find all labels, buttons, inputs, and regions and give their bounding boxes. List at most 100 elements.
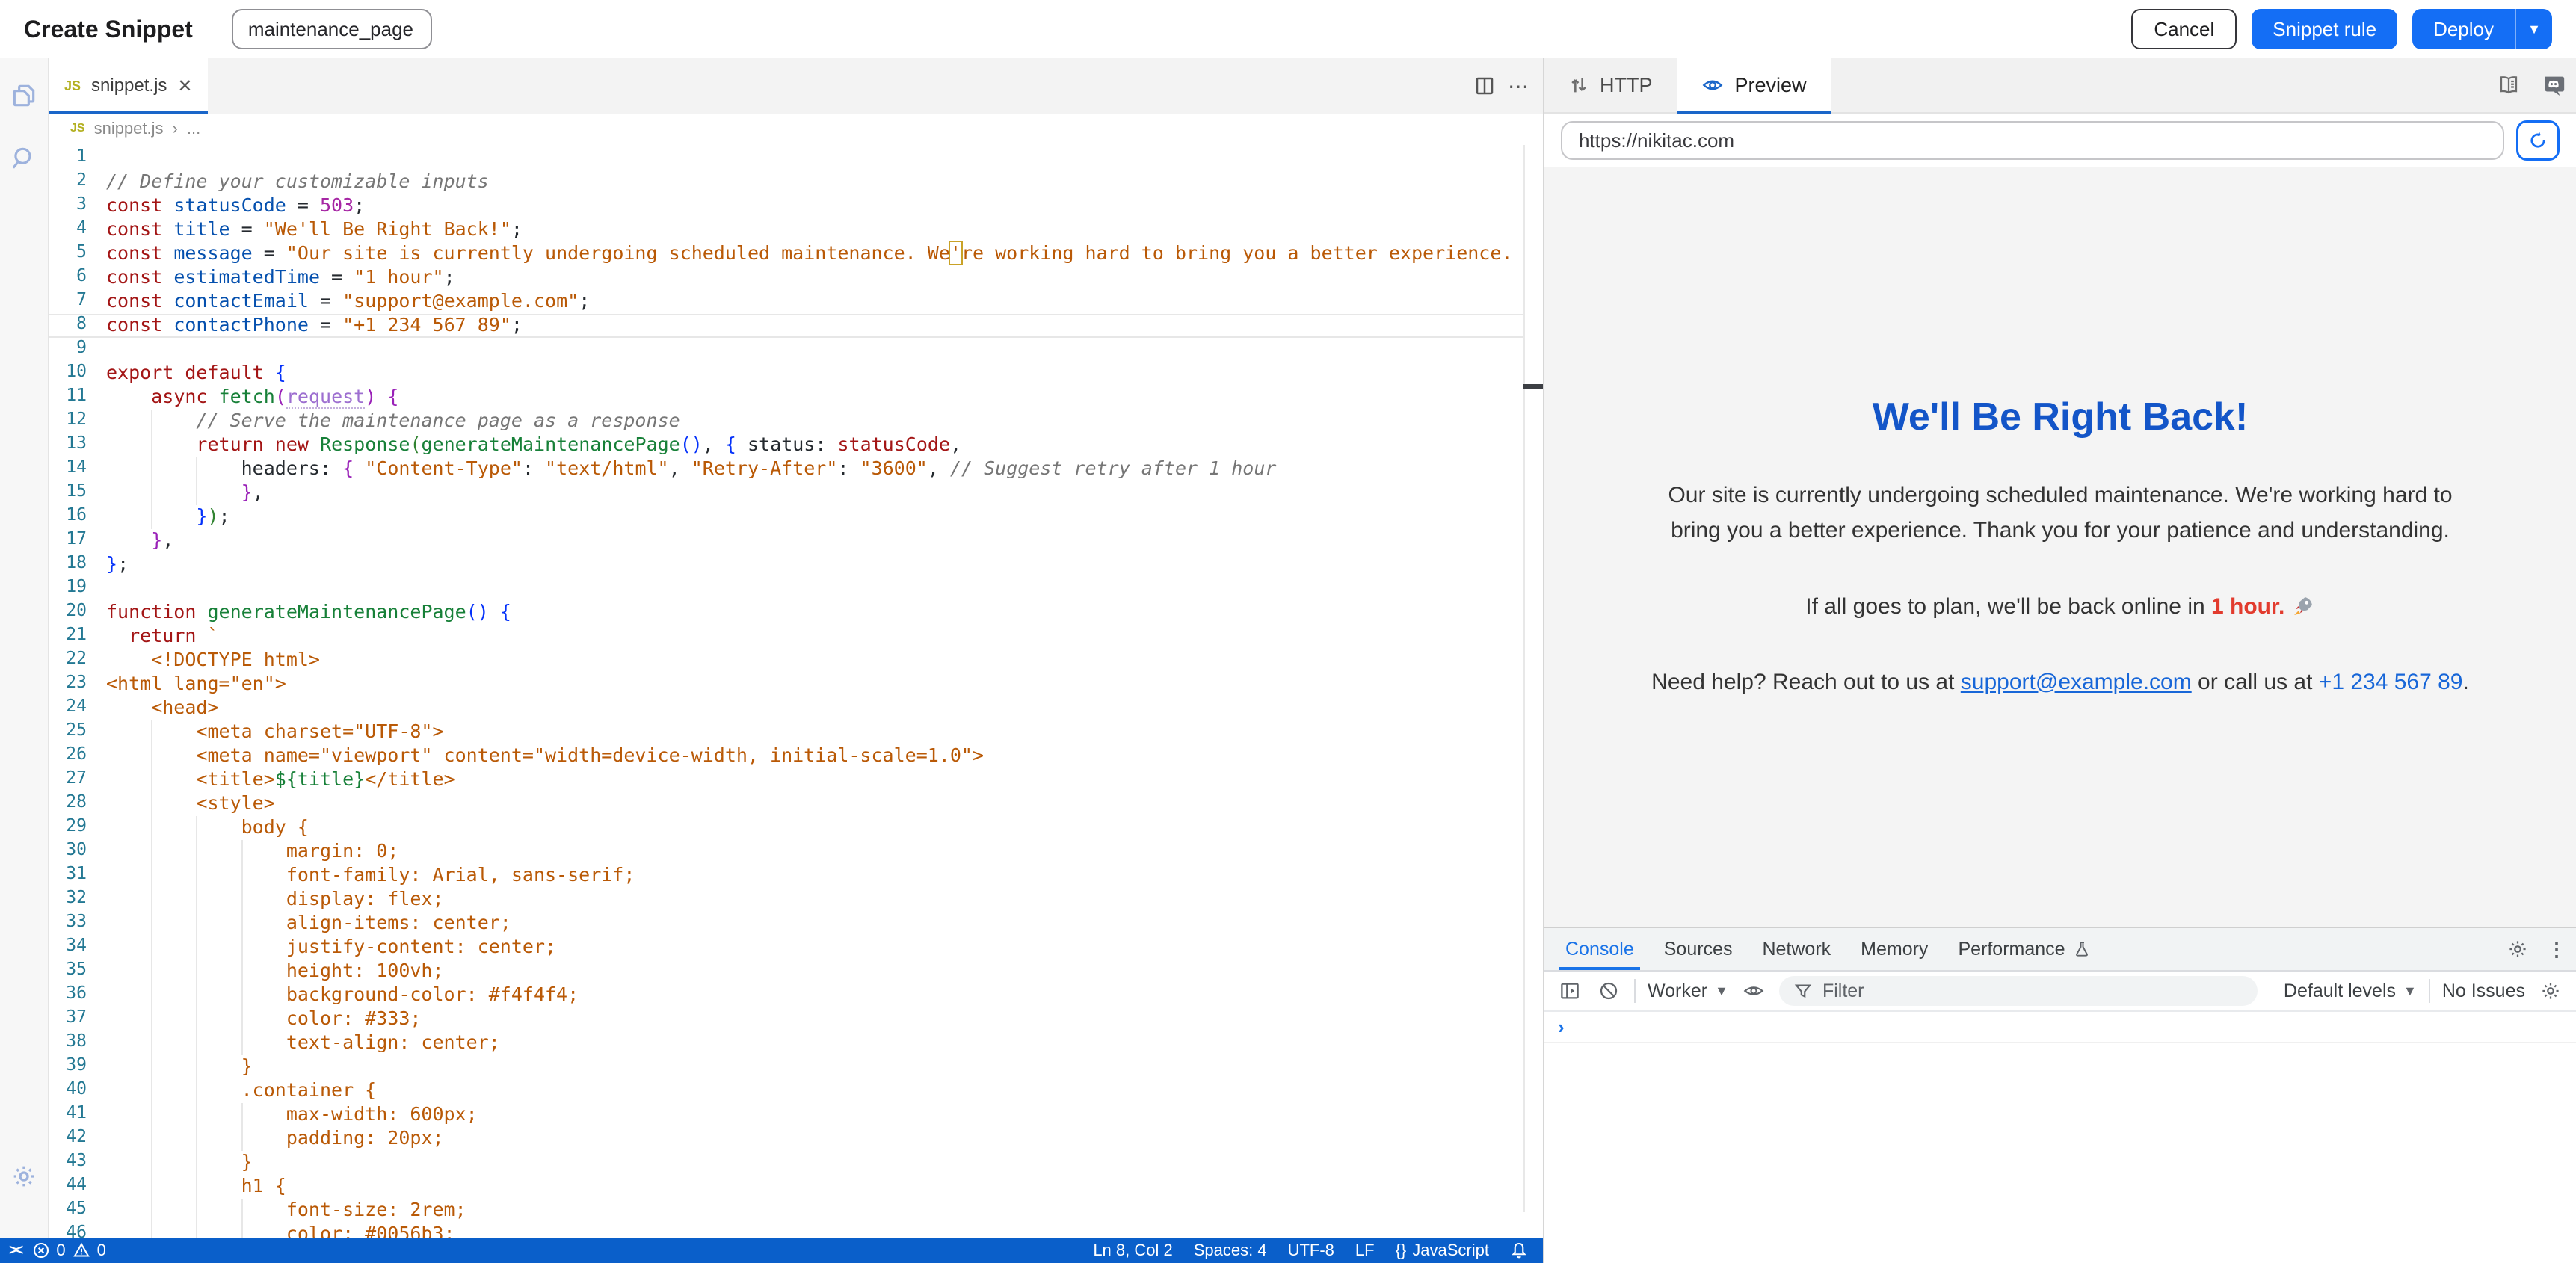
tab-snippet-js[interactable]: JS snippet.js ✕ bbox=[49, 58, 208, 114]
code-line[interactable]: 12 // Serve the maintenance page as a re… bbox=[49, 410, 1543, 433]
preview-pane: HTTP Preview bbox=[1544, 58, 2576, 1263]
preview-url-input[interactable] bbox=[1561, 121, 2504, 160]
code-line[interactable]: 18}; bbox=[49, 553, 1543, 577]
devtools-settings-gear-icon[interactable] bbox=[2498, 928, 2537, 970]
issues-counter[interactable]: No Issues bbox=[2442, 981, 2525, 1002]
code-line[interactable]: 1 bbox=[49, 146, 1543, 170]
code-line[interactable]: 42 padding: 20px; bbox=[49, 1127, 1543, 1151]
maintenance-heading: We'll Be Right Back! bbox=[1651, 395, 2469, 439]
tab-sources[interactable]: Sources bbox=[1649, 928, 1748, 970]
code-line[interactable]: 16 }); bbox=[49, 505, 1543, 529]
code-line[interactable]: 14 headers: { "Content-Type": "text/html… bbox=[49, 457, 1543, 481]
encoding[interactable]: UTF-8 bbox=[1288, 1241, 1334, 1260]
code-line[interactable]: 32 display: flex; bbox=[49, 888, 1543, 912]
console-sidebar-toggle-icon[interactable] bbox=[1556, 978, 1583, 1004]
deploy-button[interactable]: Deploy bbox=[2412, 9, 2515, 49]
console-prompt-row[interactable]: › bbox=[1544, 1012, 2576, 1043]
notifications-bell-icon[interactable] bbox=[1510, 1241, 1528, 1260]
tab-preview[interactable]: Preview bbox=[1677, 58, 1831, 112]
code-line[interactable]: 43 } bbox=[49, 1151, 1543, 1175]
tab-label: snippet.js bbox=[91, 75, 167, 96]
code-line[interactable]: 3const statusCode = 503; bbox=[49, 194, 1543, 218]
code-line[interactable]: 23<html lang="en"> bbox=[49, 673, 1543, 697]
more-actions-icon[interactable]: ⋯ bbox=[1504, 58, 1543, 114]
code-lines[interactable]: 12// Define your customizable inputs3con… bbox=[49, 143, 1543, 1238]
code-line[interactable]: 28 <style> bbox=[49, 792, 1543, 816]
devtools-menu-kebab-icon[interactable]: ⋮ bbox=[2537, 928, 2576, 970]
support-email-link[interactable]: support@example.com bbox=[1961, 670, 2192, 694]
code-line[interactable]: 13 return new Response(generateMaintenan… bbox=[49, 433, 1543, 457]
indentation[interactable]: Spaces: 4 bbox=[1194, 1241, 1267, 1260]
tab-console[interactable]: Console bbox=[1550, 928, 1649, 970]
code-line[interactable]: 11 async fetch(request) { bbox=[49, 386, 1543, 410]
docs-book-icon[interactable] bbox=[2486, 58, 2531, 112]
tab-performance[interactable]: Performance bbox=[1943, 928, 2105, 970]
explorer-files-icon[interactable] bbox=[7, 79, 40, 112]
code-line[interactable]: 34 justify-content: center; bbox=[49, 936, 1543, 960]
help-prefix: Need help? Reach out to us at bbox=[1651, 670, 1961, 694]
tab-network[interactable]: Network bbox=[1747, 928, 1846, 970]
http-tab-label: HTTP bbox=[1600, 74, 1653, 97]
close-tab-icon[interactable]: ✕ bbox=[177, 75, 192, 97]
code-line[interactable]: 7const contactEmail = "support@example.c… bbox=[49, 290, 1543, 314]
live-expression-eye-icon[interactable] bbox=[1740, 978, 1767, 1004]
log-levels-dropdown[interactable]: Default levels ▼ bbox=[2284, 981, 2417, 1002]
refresh-button[interactable] bbox=[2516, 120, 2560, 161]
problems-status[interactable]: 0 0 bbox=[32, 1241, 106, 1260]
code-line[interactable]: 39 } bbox=[49, 1055, 1543, 1079]
code-line[interactable]: 10export default { bbox=[49, 362, 1543, 386]
search-icon[interactable] bbox=[7, 142, 40, 175]
code-line[interactable]: 19 bbox=[49, 577, 1543, 601]
code-line[interactable]: 31 font-family: Arial, sans-serif; bbox=[49, 864, 1543, 888]
code-line[interactable]: 44 h1 { bbox=[49, 1175, 1543, 1199]
eol-sequence[interactable]: LF bbox=[1355, 1241, 1375, 1260]
snippet-name-input[interactable] bbox=[232, 9, 432, 49]
code-line[interactable]: 5const message = "Our site is currently … bbox=[49, 242, 1543, 266]
code-line[interactable]: 29 body { bbox=[49, 816, 1543, 840]
cursor-position[interactable]: Ln 8, Col 2 bbox=[1093, 1241, 1172, 1260]
code-line[interactable]: 2// Define your customizable inputs bbox=[49, 170, 1543, 194]
code-line[interactable]: 17 }, bbox=[49, 529, 1543, 553]
code-line[interactable]: 41 max-width: 600px; bbox=[49, 1103, 1543, 1127]
code-line[interactable]: 27 <title>${title}</title> bbox=[49, 768, 1543, 792]
remote-indicator-icon[interactable]: >< bbox=[9, 1242, 20, 1259]
split-editor-icon[interactable] bbox=[1465, 58, 1504, 114]
console-settings-gear-icon[interactable] bbox=[2537, 978, 2564, 1004]
code-line[interactable]: 6const estimatedTime = "1 hour"; bbox=[49, 266, 1543, 290]
code-line[interactable]: 40 .container { bbox=[49, 1079, 1543, 1103]
clear-console-icon[interactable] bbox=[1595, 978, 1622, 1004]
code-line[interactable]: 21 return ` bbox=[49, 625, 1543, 649]
code-line[interactable]: 20function generateMaintenancePage() { bbox=[49, 601, 1543, 625]
discord-icon[interactable] bbox=[2531, 58, 2576, 112]
code-line[interactable]: 30 margin: 0; bbox=[49, 840, 1543, 864]
tab-memory[interactable]: Memory bbox=[1846, 928, 1943, 970]
code-line[interactable]: 9 bbox=[49, 338, 1543, 362]
phone-link[interactable]: +1 234 567 89 bbox=[2319, 670, 2463, 694]
http-arrows-icon bbox=[1568, 75, 1589, 96]
code-line[interactable]: 36 background-color: #f4f4f4; bbox=[49, 983, 1543, 1007]
code-line[interactable]: 15 }, bbox=[49, 481, 1543, 505]
code-line[interactable]: 37 color: #333; bbox=[49, 1007, 1543, 1031]
code-line[interactable]: 4const title = "We'll Be Right Back!"; bbox=[49, 218, 1543, 242]
code-line[interactable]: 46 color: #0056b3; bbox=[49, 1223, 1543, 1238]
cancel-button[interactable]: Cancel bbox=[2131, 9, 2237, 49]
editor-scrollbar[interactable] bbox=[1523, 145, 1543, 1212]
code-line[interactable]: 33 align-items: center; bbox=[49, 912, 1543, 936]
code-line[interactable]: 45 font-size: 2rem; bbox=[49, 1199, 1543, 1223]
code-line[interactable]: 22 <!DOCTYPE html> bbox=[49, 649, 1543, 673]
deploy-caret-button[interactable]: ▼ bbox=[2516, 9, 2552, 49]
language-mode[interactable]: {} JavaScript bbox=[1396, 1241, 1489, 1260]
execution-context-dropdown[interactable]: Worker ▼ bbox=[1648, 981, 1728, 1002]
code-line[interactable]: 8const contactPhone = "+1 234 567 89"; bbox=[49, 314, 1543, 338]
snippet-rule-button[interactable]: Snippet rule bbox=[2252, 9, 2397, 49]
tab-http[interactable]: HTTP bbox=[1544, 58, 1677, 112]
code-line[interactable]: 38 text-align: center; bbox=[49, 1031, 1543, 1055]
console-filter-input[interactable]: Filter bbox=[1779, 976, 2258, 1006]
code-line[interactable]: 25 <meta charset="UTF-8"> bbox=[49, 720, 1543, 744]
settings-gear-icon[interactable] bbox=[7, 1160, 40, 1193]
code-line[interactable]: 35 height: 100vh; bbox=[49, 960, 1543, 983]
code-line[interactable]: 24 <head> bbox=[49, 697, 1543, 720]
breadcrumb[interactable]: JS snippet.js › ... bbox=[49, 114, 1543, 143]
console-log-area[interactable]: › bbox=[1544, 1012, 2576, 1263]
code-line[interactable]: 26 <meta name="viewport" content="width=… bbox=[49, 744, 1543, 768]
